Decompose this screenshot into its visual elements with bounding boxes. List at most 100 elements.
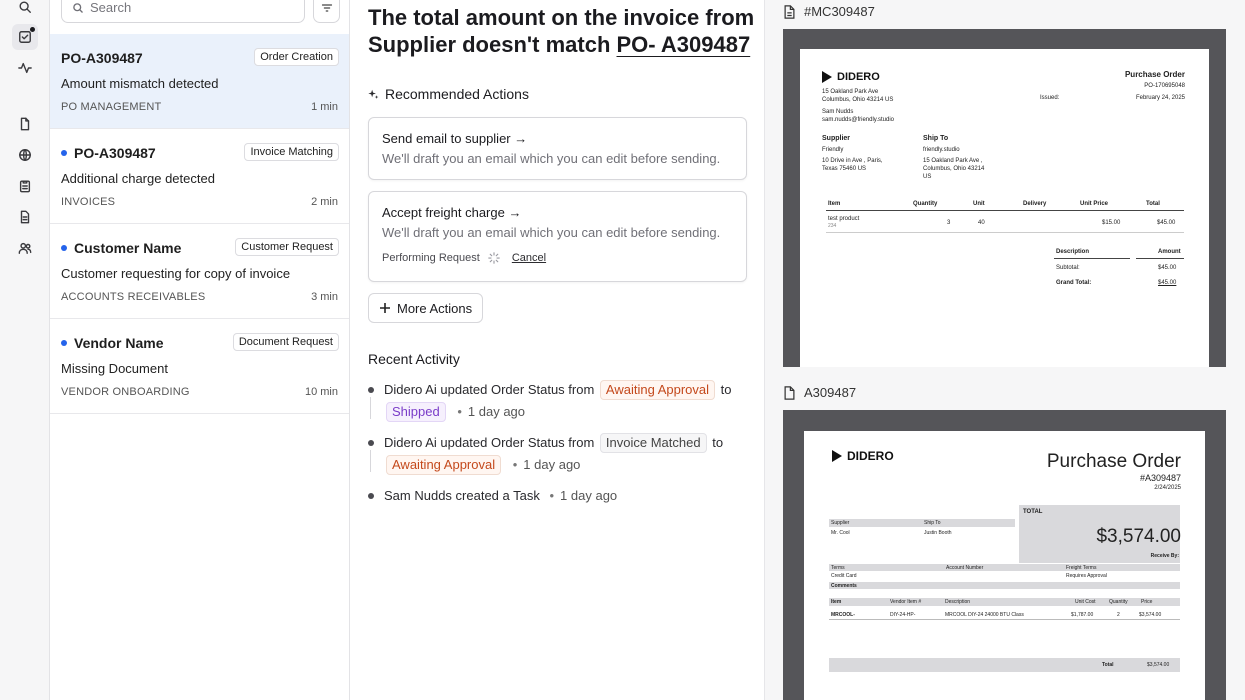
timeline-dot bbox=[368, 387, 374, 393]
activity-actor: Didero Ai bbox=[384, 435, 437, 450]
po-page: DIDERO Purchase Order PO-170695048 Issue… bbox=[800, 49, 1209, 367]
task-card[interactable]: PO-A309487 Invoice Matching Additional c… bbox=[50, 129, 349, 224]
subtotal-label: Subtotal: bbox=[1056, 265, 1080, 271]
total-value: $3,574.00 bbox=[1096, 526, 1181, 547]
task-type-badge: Document Request bbox=[232, 333, 339, 351]
activity-actor: Sam Nudds bbox=[384, 488, 452, 503]
document-name: #MC309487 bbox=[804, 4, 875, 19]
more-actions-button[interactable]: More Actions bbox=[368, 293, 484, 323]
task-time: 2 min bbox=[311, 196, 338, 208]
total-label: TOTAL bbox=[1023, 509, 1043, 515]
shipto-label: Ship To bbox=[924, 520, 941, 526]
cancel-link[interactable]: Cancel bbox=[512, 252, 546, 264]
status-text: Performing Request bbox=[382, 252, 480, 264]
row-total: $45.00 bbox=[1157, 220, 1176, 226]
doc-title: Purchase Order bbox=[1046, 451, 1181, 472]
action-title: Accept freight charge → bbox=[382, 205, 522, 220]
table-rule bbox=[829, 619, 1180, 620]
action-card-accept-freight[interactable]: Accept freight charge → We'll draft you … bbox=[368, 191, 747, 282]
filter-button[interactable] bbox=[313, 0, 340, 23]
col-header: Vendor Item # bbox=[890, 599, 922, 605]
search-input[interactable] bbox=[90, 0, 290, 15]
section-title: Recent Activity bbox=[368, 351, 460, 367]
task-type-badge: Customer Request bbox=[235, 238, 339, 256]
task-subtitle: Missing Document bbox=[61, 361, 168, 376]
task-list-panel: PO-A309487 Order Creation Amount mismatc… bbox=[50, 0, 350, 700]
documents-nav-button[interactable] bbox=[12, 111, 38, 137]
header-band bbox=[829, 582, 1180, 589]
supplier-label: Supplier bbox=[822, 135, 851, 142]
supplier-label: Supplier bbox=[831, 520, 850, 526]
po-date: 2/24/2025 bbox=[1154, 485, 1181, 491]
row-sub: 234 bbox=[828, 223, 837, 229]
notification-dot bbox=[30, 27, 35, 32]
summary-rule bbox=[1054, 258, 1130, 259]
footer-total-value: $3,574.00 bbox=[1147, 662, 1170, 668]
page-title: The total amount on the invoice from Sup… bbox=[368, 4, 758, 58]
task-time: 10 min bbox=[304, 386, 338, 398]
sparkle-icon bbox=[368, 89, 379, 99]
document-icon bbox=[20, 117, 30, 131]
po-link[interactable]: PO- A309487 bbox=[617, 32, 751, 57]
activity-item: Didero Ai updated Order Status from Invo… bbox=[368, 432, 748, 476]
col-header: Item bbox=[828, 201, 841, 207]
freight-label: Freight Terms bbox=[1066, 565, 1097, 571]
activity-time: 1 day ago bbox=[507, 457, 581, 472]
task-title: PO-A309487 bbox=[61, 145, 156, 161]
search-nav-button[interactable] bbox=[12, 0, 38, 20]
row-item: MRCOOL- bbox=[831, 612, 855, 618]
document-preview-a309487[interactable]: DIDERO Purchase Order #A309487 2/24/2025… bbox=[783, 410, 1226, 700]
more-actions-label: More Actions bbox=[397, 300, 473, 316]
task-id: PO-A309487 bbox=[74, 145, 156, 161]
summary-header: Description bbox=[1056, 249, 1090, 255]
activity-nav-button[interactable] bbox=[12, 55, 38, 81]
activity-time: 1 day ago bbox=[451, 404, 525, 419]
task-card[interactable]: PO-A309487 Order Creation Amount mismatc… bbox=[50, 34, 349, 129]
global-nav-button[interactable] bbox=[12, 142, 38, 168]
recommended-actions-heading: Recommended Actions bbox=[368, 86, 529, 102]
users-icon bbox=[18, 242, 32, 254]
task-detail-panel: The total amount on the invoice from Sup… bbox=[351, 0, 764, 700]
documents-panel: #MC309487 DIDERO Purchase Order PO-17069… bbox=[764, 0, 1245, 700]
row-vendor: DIY-24-HP- bbox=[890, 612, 916, 618]
performing-status: Performing Request Cancel bbox=[382, 252, 733, 264]
row-cost: $1,787.00 bbox=[1071, 612, 1094, 618]
task-type-badge: Order Creation bbox=[254, 48, 339, 66]
header-band bbox=[829, 519, 1015, 527]
invoice-nav-button[interactable] bbox=[12, 204, 38, 230]
activity-time: 1 day ago bbox=[543, 488, 617, 503]
task-id: PO-A309487 bbox=[61, 50, 143, 66]
col-header: Quantity bbox=[913, 201, 938, 207]
col-header: Price bbox=[1141, 599, 1153, 605]
activity-item: Didero Ai updated Order Status from Awai… bbox=[368, 379, 748, 423]
activity-item: Sam Nudds created a Task 1 day ago bbox=[368, 485, 748, 507]
row-description: MRCOOL DIY-24 24000 BTU Class bbox=[945, 612, 1024, 618]
icon-rail bbox=[0, 0, 50, 700]
filter-icon bbox=[321, 3, 332, 12]
po-number: PO-170695048 bbox=[1144, 83, 1185, 89]
unread-dot bbox=[61, 150, 67, 156]
col-header: Total bbox=[1146, 201, 1160, 207]
from-address: 15 Oakland Park Ave Columbus, Ohio 43214 … bbox=[822, 89, 895, 123]
plus-icon bbox=[380, 303, 390, 313]
recent-activity-heading: Recent Activity bbox=[368, 351, 460, 367]
contacts-nav-button[interactable] bbox=[12, 235, 38, 261]
activity-actor: Didero Ai bbox=[384, 382, 437, 397]
clipboard-nav-button[interactable] bbox=[12, 173, 38, 199]
document-preview-mc309487[interactable]: DIDERO Purchase Order PO-170695048 Issue… bbox=[783, 29, 1226, 367]
status-from-badge: Invoice Matched bbox=[599, 433, 707, 453]
search-box bbox=[61, 0, 305, 23]
unread-dot bbox=[61, 340, 67, 346]
activity-text: Didero Ai updated Order Status from Awai… bbox=[368, 379, 748, 423]
action-card-send-email[interactable]: Send email to supplier → We'll draft you… bbox=[368, 117, 747, 180]
task-subtitle: Customer requesting for copy of invoice bbox=[61, 266, 291, 281]
task-card[interactable]: Customer Name Customer Request Customer … bbox=[50, 224, 349, 319]
activity-text: Didero Ai updated Order Status from Invo… bbox=[368, 432, 748, 476]
task-card[interactable]: Vendor Name Document Request Missing Doc… bbox=[50, 319, 349, 414]
account-label: Account Number bbox=[946, 565, 984, 571]
tasks-nav-button[interactable] bbox=[12, 24, 38, 50]
status-to-badge: Awaiting Approval bbox=[386, 455, 502, 475]
col-header: Unit Cost bbox=[1075, 599, 1096, 605]
row-unit: 40 bbox=[978, 220, 985, 226]
table-rule bbox=[826, 210, 1184, 211]
